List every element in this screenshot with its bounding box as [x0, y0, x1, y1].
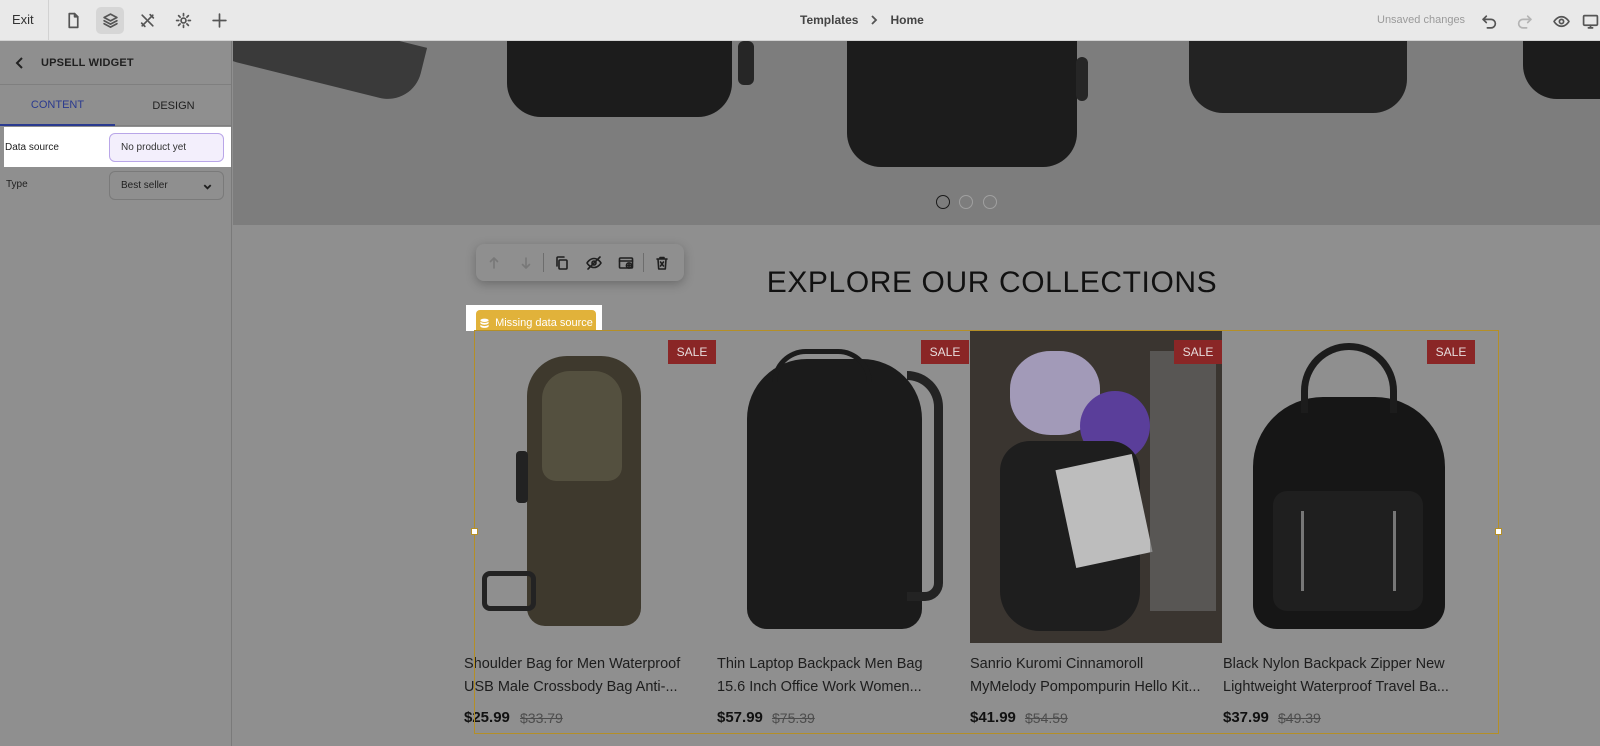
hero-slider: [233, 41, 1600, 225]
slide-strap: [738, 41, 754, 85]
preview-button[interactable]: [1548, 8, 1574, 34]
chevron-left-icon: [15, 57, 23, 69]
tools-icon: [140, 13, 154, 28]
type-select-value: Best seller: [121, 180, 168, 191]
slider-dot-2[interactable]: [959, 195, 973, 209]
tab-design[interactable]: DESIGN: [116, 86, 231, 126]
chevron-right-icon: [871, 15, 878, 25]
redo-button[interactable]: [1511, 8, 1537, 34]
gear-icon: [175, 12, 191, 29]
settings-button[interactable]: [169, 7, 197, 34]
breadcrumb-templates[interactable]: Templates: [800, 13, 858, 27]
chevron-down-icon: [203, 184, 212, 190]
panel-tabs: CONTENT DESIGN: [0, 86, 231, 126]
slide-strap: [1076, 57, 1088, 101]
slider-dot-3[interactable]: [983, 195, 997, 209]
slider-dots: [233, 195, 1600, 209]
missing-badge-label: Missing data source: [495, 317, 593, 329]
tab-content[interactable]: CONTENT: [0, 86, 115, 126]
slide-backpack-4: [1189, 41, 1407, 113]
slide-backpack-3: [847, 41, 1077, 167]
layers-button[interactable]: [96, 7, 124, 34]
monitor-icon: [1582, 14, 1598, 29]
device-button[interactable]: [1580, 8, 1600, 34]
resize-handle-left[interactable]: [471, 528, 478, 535]
plus-icon: [211, 13, 227, 28]
editor-canvas: EXPLORE OUR COLLECTIONS Missing data sou…: [233, 41, 1600, 746]
slide-backpack-1: [233, 41, 428, 107]
panel-header: UPSELL WIDGET: [0, 41, 231, 85]
pages-button[interactable]: [59, 7, 87, 34]
tools-button[interactable]: [133, 7, 161, 34]
type-label: Type: [6, 179, 28, 190]
undo-icon: [1481, 14, 1496, 29]
redo-icon: [1517, 14, 1532, 29]
exit-button[interactable]: Exit: [12, 12, 34, 27]
add-button[interactable]: [205, 7, 233, 34]
layers-icon: [102, 13, 118, 28]
resize-handle-right[interactable]: [1495, 528, 1502, 535]
panel-title: UPSELL WIDGET: [41, 57, 134, 69]
document-icon: [67, 12, 79, 29]
database-icon: [480, 318, 489, 328]
settings-panel: UPSELL WIDGET CONTENT DESIGN Data source…: [0, 41, 232, 746]
breadcrumb: Templates Home: [800, 13, 924, 27]
save-status: Unsaved changes: [1377, 14, 1466, 26]
type-select[interactable]: Best seller: [109, 171, 224, 200]
eye-icon: [1552, 15, 1570, 27]
section-title: EXPLORE OUR COLLECTIONS: [766, 266, 1218, 299]
breadcrumb-home: Home: [890, 13, 924, 27]
data-source-field[interactable]: No product yet: [109, 133, 224, 162]
undo-button[interactable]: [1476, 8, 1502, 34]
top-toolbar: Exit Templates Home Unsaved changes: [0, 0, 1600, 41]
data-source-label: Data source: [5, 142, 59, 153]
slide-backpack-5: [1523, 41, 1600, 99]
back-button[interactable]: [12, 55, 28, 71]
slider-dot-1[interactable]: [936, 195, 950, 209]
slide-backpack-2: [507, 41, 732, 117]
selected-widget-frame[interactable]: [471, 330, 1502, 734]
toolbar-divider: [48, 0, 49, 41]
